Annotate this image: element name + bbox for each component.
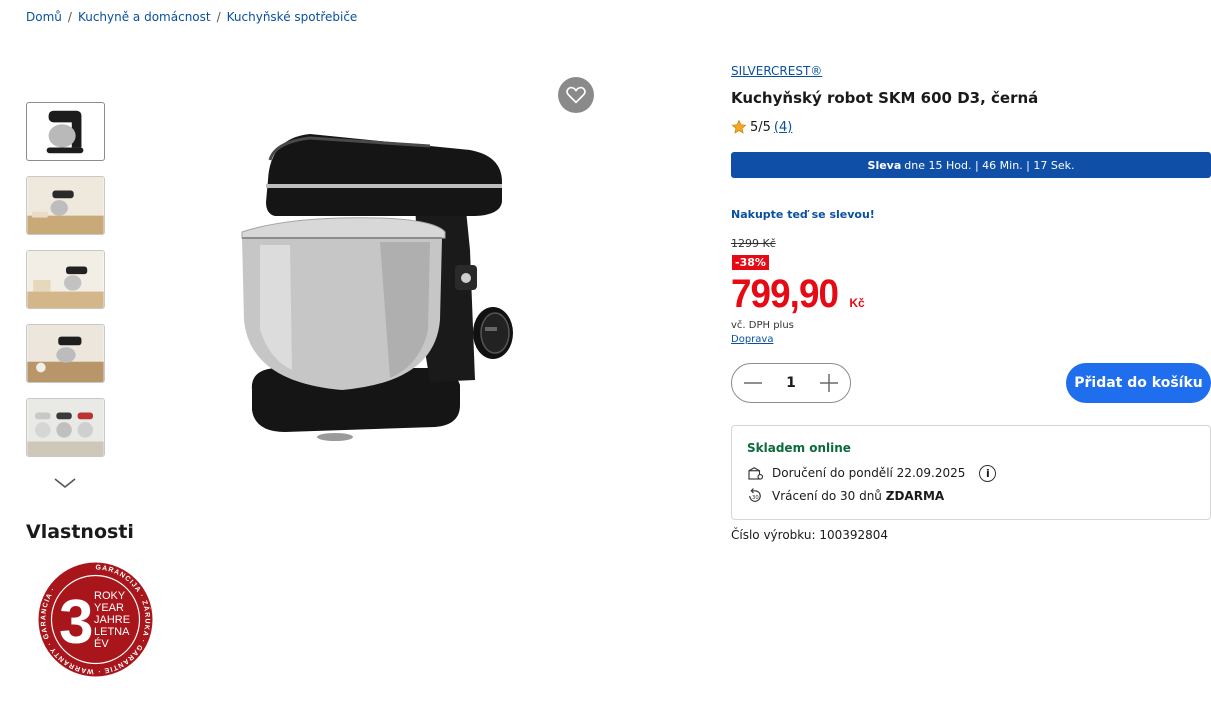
price-integer: 799, bbox=[731, 272, 800, 316]
add-to-wishlist-button[interactable] bbox=[558, 77, 594, 113]
kitchen-photo-thumbnail bbox=[27, 399, 104, 456]
sale-countdown-bar: Sleva dne 15 Hod. | 46 Min. | 17 Sek. bbox=[731, 152, 1211, 178]
chevron-down-icon[interactable] bbox=[53, 476, 77, 490]
return-days: Vrácení do 30 dnů bbox=[772, 489, 882, 503]
properties-heading: Vlastnosti bbox=[26, 521, 134, 543]
brand-link[interactable]: SILVERCREST® bbox=[731, 64, 822, 78]
sale-timer: dne 15 Hod. | 46 Min. | 17 Sek. bbox=[904, 158, 1075, 172]
delivery-text: Doručení do pondělí 22.09.2025 bbox=[772, 466, 966, 480]
svg-text:YEAR: YEAR bbox=[94, 602, 124, 614]
plus-icon bbox=[820, 374, 838, 392]
rating: 5/5 (4) bbox=[731, 119, 792, 135]
info-icon[interactable]: i bbox=[979, 464, 997, 482]
heart-icon bbox=[566, 86, 586, 104]
svg-text:LETNA: LETNA bbox=[94, 626, 130, 638]
svg-text:3: 3 bbox=[59, 588, 93, 657]
breadcrumb: Domů / Kuchyně a domácnost / Kuchyňské s… bbox=[26, 10, 357, 24]
quantity-stepper: 1 bbox=[731, 363, 851, 403]
return-info: 30 Vrácení do 30 dnů ZDARMA bbox=[746, 487, 944, 505]
breadcrumb-subcategory-link[interactable]: Kuchyňské spotřebiče bbox=[227, 10, 358, 24]
product-title: Kuchyňský robot SKM 600 D3, černá bbox=[731, 89, 1039, 107]
quantity-increase-button[interactable] bbox=[818, 372, 840, 394]
sale-label: Sleva bbox=[867, 158, 902, 172]
thumbnail-2[interactable] bbox=[26, 176, 105, 235]
product-number: Číslo výrobku: 100392804 bbox=[731, 528, 889, 542]
kitchen-photo-thumbnail bbox=[27, 251, 104, 308]
svg-text:30: 30 bbox=[752, 495, 759, 501]
old-price: 1299 Kč bbox=[731, 237, 776, 250]
thumbnail-3[interactable] bbox=[26, 250, 105, 309]
quantity-value[interactable]: 1 bbox=[786, 375, 796, 391]
return-free-label: ZDARMA bbox=[885, 489, 945, 503]
thumbnail-5[interactable] bbox=[26, 398, 105, 457]
availability-box: Skladem online Doručení do pondělí 22.09… bbox=[731, 425, 1211, 520]
thumbnail-1[interactable] bbox=[26, 102, 105, 161]
price-value: 799,90 bbox=[731, 272, 839, 317]
breadcrumb-separator: / bbox=[216, 10, 221, 24]
svg-text:ROKY: ROKY bbox=[94, 590, 126, 602]
discount-badge: -38% bbox=[732, 255, 769, 270]
minus-icon bbox=[744, 382, 762, 384]
quantity-decrease-button[interactable] bbox=[742, 372, 764, 394]
product-main-image[interactable] bbox=[230, 120, 530, 450]
star-icon bbox=[731, 119, 747, 134]
warranty-3-years-badge-image: 3 ROKY YEAR JAHRE LETNA ÉV GARANCIJA · Z… bbox=[38, 562, 153, 677]
current-price: 799,90 Kč bbox=[731, 272, 865, 317]
breadcrumb-home-link[interactable]: Domů bbox=[26, 10, 62, 24]
svg-text:ÉV: ÉV bbox=[94, 637, 109, 650]
return-icon: 30 bbox=[749, 488, 761, 502]
rating-value: 5/5 bbox=[750, 119, 771, 135]
svg-text:JAHRE: JAHRE bbox=[94, 614, 130, 626]
warranty-badge: 3 ROKY YEAR JAHRE LETNA ÉV GARANCIJA · Z… bbox=[37, 561, 154, 678]
shipping-link[interactable]: Doprava bbox=[731, 334, 773, 345]
mixer-thumbnail-image bbox=[46, 110, 84, 154]
add-to-cart-button[interactable]: Přidat do košíku bbox=[1066, 363, 1211, 403]
stock-status: Skladem online bbox=[747, 441, 851, 455]
thumbnail-list bbox=[26, 102, 106, 472]
kitchen-photo-thumbnail bbox=[27, 325, 104, 382]
promo-text: Nakupte teď se slevou! bbox=[731, 208, 875, 221]
rating-count-link[interactable]: (4) bbox=[774, 120, 792, 135]
price-decimal: 90 bbox=[798, 272, 839, 316]
vat-note: vč. DPH plus bbox=[731, 320, 794, 331]
kitchen-photo-thumbnail bbox=[27, 177, 104, 234]
delivery-box-icon bbox=[748, 467, 764, 480]
breadcrumb-separator: / bbox=[67, 10, 72, 24]
breadcrumb-category-link[interactable]: Kuchyně a domácnost bbox=[78, 10, 211, 24]
return-text: Vrácení do 30 dnů ZDARMA bbox=[772, 489, 944, 503]
delivery-info: Doručení do pondělí 22.09.2025 i bbox=[746, 464, 997, 482]
thumbnail-4[interactable] bbox=[26, 324, 105, 383]
price-currency: Kč bbox=[849, 296, 865, 310]
